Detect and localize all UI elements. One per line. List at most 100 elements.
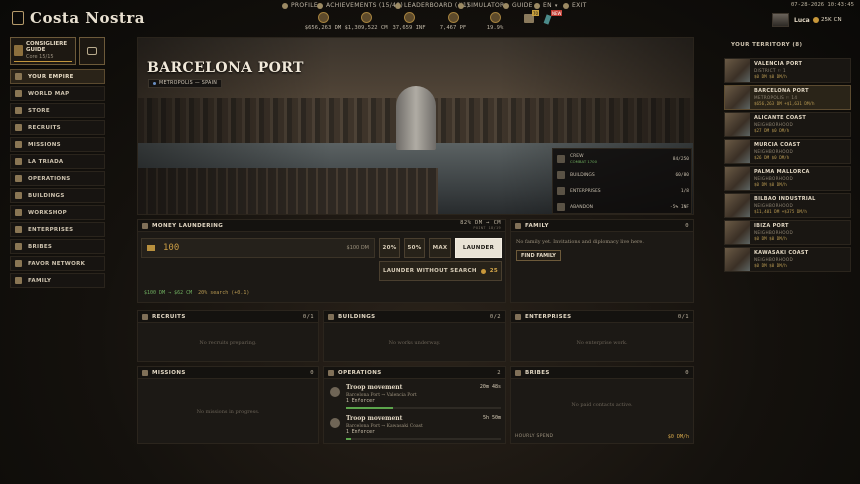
- family-icon: [15, 277, 22, 284]
- consigliere-guide[interactable]: CONSIGLIERE GUIDE Core 15/15: [10, 37, 76, 65]
- territory-item-valencia-port[interactable]: VALENCIA PORT DISTRICT ⚐ 1 $0 DM $0 DM/h: [724, 58, 851, 83]
- menu-world-map[interactable]: WORLD MAP: [10, 86, 105, 101]
- money-bag-icon: [360, 12, 372, 23]
- chat-button[interactable]: [79, 37, 105, 65]
- menu-bribes[interactable]: BRIBES: [10, 239, 105, 254]
- territory-item-bilbao-industrial[interactable]: BILBAO INDUSTRIAL NEIGHBORHOOD $11,401 DM …: [724, 193, 851, 218]
- app-title: Costa Nostra: [30, 9, 145, 27]
- logo[interactable]: Costa Nostra: [12, 9, 145, 27]
- stat-crew: CREW COMBAT 1700 84/250: [557, 151, 689, 167]
- territory-thumbnail: [725, 140, 750, 163]
- menu-la-triada[interactable]: LA TRIADA: [10, 154, 105, 169]
- avatar[interactable]: [772, 13, 789, 27]
- enterprises-icon: [557, 187, 565, 195]
- workshop-icon: [15, 209, 22, 216]
- crown-icon: [395, 2, 401, 9]
- enterprises-icon: [15, 226, 22, 233]
- dot-icon: [153, 82, 156, 85]
- territory-thumbnail: [725, 221, 750, 244]
- troop-icon: [330, 418, 340, 428]
- buildings-header[interactable]: BUILDINGS 0/2: [324, 311, 505, 323]
- operation-item[interactable]: Troop movement 5h 50m Barcelona Port → K…: [330, 415, 504, 441]
- map-icon: [15, 90, 22, 97]
- launder-max-button[interactable]: MAX: [429, 238, 451, 258]
- consigliere-progress: Core 15/15: [26, 54, 54, 60]
- territory-item-murcia-coast[interactable]: MURCIA COAST NEIGHBORHOOD $26 DM $0 DM/h: [724, 139, 851, 164]
- user-name: Luca: [794, 17, 810, 24]
- menu-missions[interactable]: MISSIONS: [10, 137, 105, 152]
- launder-without-search-button[interactable]: LAUNDER WITHOUT SEARCH 25: [379, 261, 502, 281]
- family-header: FAMILY 0: [511, 220, 693, 232]
- launder-button[interactable]: LAUNDER: [455, 238, 502, 258]
- launder-50-button[interactable]: 50%: [404, 238, 425, 258]
- operation-progress: [346, 407, 501, 409]
- nav-language[interactable]: EN ▾: [534, 2, 558, 9]
- enterprises-panel: ENTERPRISES 0/1 No enterprise work.: [510, 310, 694, 362]
- enterprises-header[interactable]: ENTERPRISES 0/1: [511, 311, 693, 323]
- clock: 07-28-2026 10:43:45: [791, 2, 854, 8]
- missions-icon: [15, 141, 22, 148]
- menu-recruits[interactable]: RECRUITS: [10, 120, 105, 135]
- stat-buildings: BUILDINGS 60/80: [557, 167, 689, 183]
- stat-abandon[interactable]: ABANDON -5% INF: [557, 199, 689, 214]
- find-family-button[interactable]: FIND FAMILY: [516, 250, 561, 261]
- territory-item-palma-mallorca[interactable]: PALMA MALLORCA NEIGHBORHOOD $0 DM $0 DM/h: [724, 166, 851, 191]
- question-icon: [503, 2, 509, 9]
- bribes-empty: No paid contacts active.: [571, 402, 633, 408]
- store-icon: [15, 107, 22, 114]
- launder-20-button[interactable]: 20%: [379, 238, 400, 258]
- bribes-icon: [15, 243, 22, 250]
- bribes-header[interactable]: BRIBES 0: [511, 367, 693, 379]
- menu-enterprises[interactable]: ENTERPRISES: [10, 222, 105, 237]
- triada-icon: [15, 158, 22, 165]
- coin-icon: [813, 17, 819, 23]
- territory-item-alicante-coast[interactable]: ALICANTE COAST NEIGHBORHOOD $27 DM $0 DM/h: [724, 112, 851, 137]
- top-bar: Costa Nostra PROFILE ACHIEVEMENTS (15/48…: [0, 0, 860, 34]
- enterprises-icon: [515, 313, 521, 320]
- launder-summary: $100 DM → $62 CM 20% search (+0.1): [144, 290, 250, 296]
- recruits-header[interactable]: RECRUITS 0/1: [138, 311, 318, 323]
- menu-store[interactable]: STORE: [10, 103, 105, 118]
- menu-family[interactable]: FAMILY: [10, 273, 105, 288]
- missions-empty: No missions in progress.: [196, 409, 260, 415]
- person-icon: [282, 2, 288, 9]
- abandon-icon: [557, 203, 565, 211]
- menu-your-empire[interactable]: YOUR EMPIRE: [10, 69, 105, 84]
- operations-header[interactable]: OPERATIONS 2: [324, 367, 505, 379]
- coin-icon: [480, 268, 486, 274]
- family-icon: [515, 222, 521, 229]
- territory-item-barcelona-port[interactable]: BARCELONA PORT METROPOLIS ⚐ 14 $656,263 DM…: [724, 85, 851, 110]
- territory-item-ibiza-port[interactable]: IBIZA PORT NEIGHBORHOOD $0 DM $0 DM/h: [724, 220, 851, 245]
- nav-guide[interactable]: GUIDE: [503, 2, 533, 9]
- laundering-icon: [142, 222, 148, 229]
- consigliere-title: CONSIGLIERE GUIDE: [26, 41, 68, 53]
- operation-item[interactable]: Troop movement 20m 48s Barcelona Port → …: [330, 384, 504, 410]
- missions-header[interactable]: MISSIONS 0: [138, 367, 318, 379]
- launder-amount-input[interactable]: 100 $100 DM: [141, 238, 375, 258]
- resource-heat: 19.9%: [468, 12, 522, 31]
- heat-icon: [489, 12, 501, 23]
- menu-operations[interactable]: OPERATIONS: [10, 171, 105, 186]
- recruits-empty: No recruits preparing.: [199, 340, 257, 346]
- money-laundering-header: MONEY LAUNDERING 82% DM → CM POINT 18/19: [138, 220, 505, 232]
- territory-title: YOUR TERRITORY (8): [731, 42, 803, 48]
- nav-achievements[interactable]: ACHIEVEMENTS (15/48): [317, 2, 403, 9]
- territory-item-kawasaki-coast[interactable]: KAWASAKI COAST NEIGHBORHOOD $0 DM $0 DM/h: [724, 247, 851, 272]
- menu-favor-network[interactable]: FAVOR NETWORK: [10, 256, 105, 271]
- menu-workshop[interactable]: WORKSHOP: [10, 205, 105, 220]
- territory-thumbnail: [725, 194, 750, 217]
- buildings-icon: [15, 192, 22, 199]
- nav-simulator[interactable]: SIMULATOR: [458, 2, 505, 9]
- territory-thumbnail: [725, 59, 750, 82]
- nav-exit[interactable]: EXIT: [563, 2, 587, 9]
- nav-profile[interactable]: PROFILE: [282, 2, 318, 9]
- chevron-down-icon: ▾: [554, 2, 558, 9]
- mail-badge: 70: [532, 10, 540, 16]
- bribes-icon: [515, 369, 521, 376]
- territory-thumbnail: [725, 113, 750, 136]
- menu-buildings[interactable]: BUILDINGS: [10, 188, 105, 203]
- influence-icon: [403, 12, 415, 23]
- crew-icon: [557, 155, 565, 163]
- buildings-icon: [328, 313, 334, 320]
- cash-icon: [317, 12, 329, 23]
